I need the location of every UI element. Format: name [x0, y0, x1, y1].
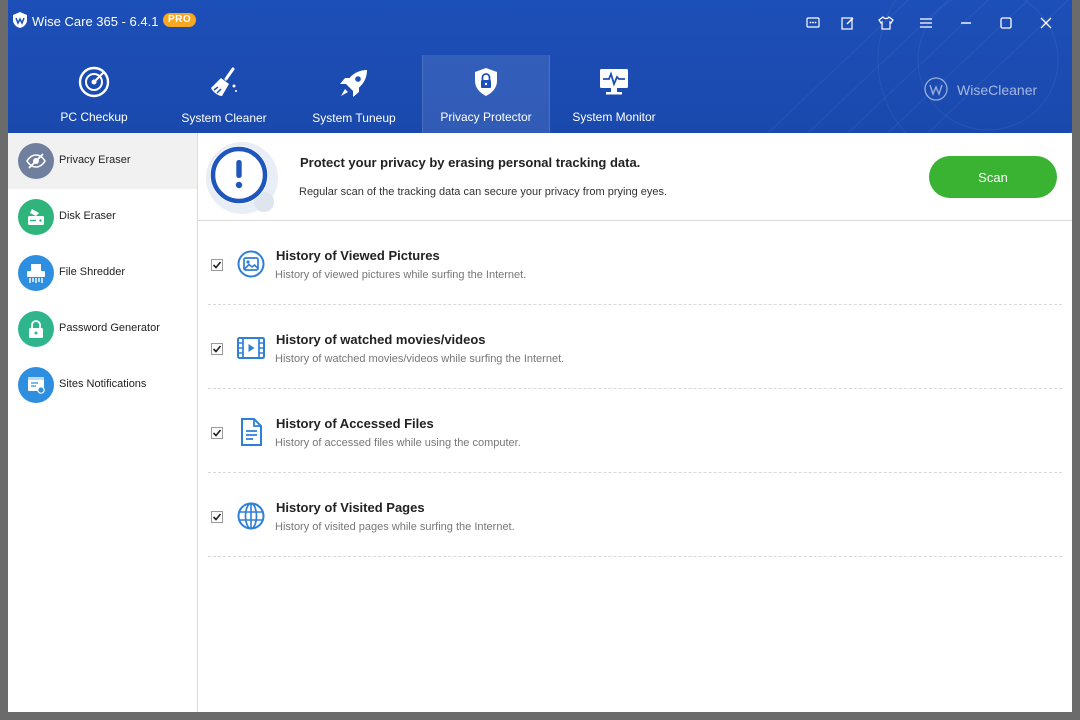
picture-icon [237, 250, 265, 278]
lock-shield-icon [475, 68, 497, 96]
tab-label: System Cleaner [181, 111, 267, 125]
item-title: History of Accessed Files [276, 416, 434, 431]
minimize-button[interactable] [955, 12, 977, 34]
close-button[interactable] [1035, 12, 1057, 34]
item-description: History of viewed pictures while surfing… [275, 269, 527, 281]
film-icon [237, 337, 265, 359]
list-item-watched-videos: History of watched movies/videos History… [208, 305, 1062, 389]
tshirt-icon [878, 16, 894, 30]
tab-label: Privacy Protector [440, 110, 532, 124]
edit-button[interactable] [837, 12, 859, 34]
edit-icon [841, 17, 854, 30]
checkbox-viewed-pictures[interactable] [211, 259, 223, 271]
tab-pc-checkup[interactable]: PC Checkup [32, 55, 156, 133]
checkmark-icon [212, 261, 222, 269]
tab-label: PC Checkup [60, 110, 128, 124]
tab-system-monitor[interactable]: System Monitor [552, 55, 676, 133]
tab-privacy-protector[interactable]: Privacy Protector [422, 55, 550, 133]
sidebar-item-file-shredder[interactable]: File Shredder [8, 245, 197, 301]
checkbox-visited-pages[interactable] [211, 511, 223, 523]
globe-icon [237, 502, 265, 530]
rocket-icon [340, 70, 367, 97]
header-subtitle: Regular scan of the tracking data can se… [299, 186, 668, 198]
list-item-visited-pages: History of Visited Pages History of visi… [208, 473, 1062, 557]
tab-label: System Monitor [572, 110, 656, 124]
disk-eraser-icon [18, 199, 54, 235]
radar-icon [78, 66, 110, 98]
item-title: History of Visited Pages [276, 500, 425, 515]
item-title: History of watched movies/videos [276, 332, 486, 347]
main-panel: Protect your privacy by erasing personal… [198, 133, 1072, 712]
document-icon [241, 418, 262, 446]
alert-shield-icon [206, 142, 278, 214]
app-logo-icon [13, 12, 27, 28]
hamburger-icon [920, 18, 932, 28]
sidebar-item-label: Password Generator [59, 322, 160, 334]
checkmark-icon [212, 345, 222, 353]
notification-icon [18, 367, 54, 403]
item-description: History of accessed files while using th… [275, 437, 521, 449]
tab-label: System Tuneup [312, 111, 396, 125]
privacy-header: Protect your privacy by erasing personal… [198, 133, 1072, 221]
maximize-icon [1000, 17, 1012, 29]
item-title: History of Viewed Pictures [276, 248, 440, 263]
top-banner: Wise Care 365 - 6.4.1 PRO PC Checkup Sys… [8, 0, 1072, 133]
monitor-pulse-icon [600, 69, 628, 95]
menu-button[interactable] [915, 12, 937, 34]
sidebar-item-label: Disk Eraser [59, 210, 116, 222]
item-description: History of visited pages while surfing t… [275, 521, 515, 533]
list-item-viewed-pictures: History of Viewed Pictures History of vi… [208, 221, 1062, 305]
shredder-icon [18, 255, 54, 291]
minimize-icon [961, 22, 971, 24]
checkbox-accessed-files[interactable] [211, 427, 223, 439]
app-title: Wise Care 365 - 6.4.1 [32, 14, 159, 29]
scan-button[interactable]: Scan [929, 156, 1057, 198]
sidebar-item-label: Sites Notifications [59, 378, 147, 390]
feedback-button[interactable] [802, 12, 824, 34]
sidebar-item-label: Privacy Eraser [59, 154, 131, 166]
sidebar-item-label: File Shredder [59, 266, 126, 278]
chat-icon [806, 16, 820, 28]
title-bar: Wise Care 365 - 6.4.1 PRO [8, 0, 1072, 46]
item-description: History of watched movies/videos while s… [275, 353, 565, 365]
sidebar-item-privacy-eraser[interactable]: Privacy Eraser [8, 133, 197, 189]
sidebar-item-sites-notifications[interactable]: Sites Notifications [8, 357, 197, 413]
brand-name: WiseCleaner [957, 82, 1038, 98]
maximize-button[interactable] [995, 12, 1017, 34]
checkmark-icon [212, 513, 222, 521]
sidebar-item-password-generator[interactable]: Password Generator [8, 301, 197, 357]
checkmark-icon [212, 429, 222, 437]
close-icon [1040, 17, 1052, 29]
list-item-accessed-files: History of Accessed Files History of acc… [208, 389, 1062, 473]
wisecleaner-logo-icon [924, 77, 948, 101]
header-title: Protect your privacy by erasing personal… [300, 155, 641, 170]
pro-badge: PRO [163, 13, 197, 27]
skin-button[interactable] [875, 12, 897, 34]
tab-system-tuneup[interactable]: System Tuneup [292, 55, 416, 133]
sidebar: Privacy Eraser Disk Eraser File Shredder… [8, 133, 198, 712]
broom-icon [211, 67, 237, 96]
checkbox-watched-videos[interactable] [211, 343, 223, 355]
padlock-icon [18, 311, 54, 347]
eye-slash-icon [18, 143, 54, 179]
app-window: Wise Care 365 - 6.4.1 PRO PC Checkup Sys… [8, 0, 1072, 712]
sidebar-item-disk-eraser[interactable]: Disk Eraser [8, 189, 197, 245]
tab-system-cleaner[interactable]: System Cleaner [162, 55, 286, 133]
